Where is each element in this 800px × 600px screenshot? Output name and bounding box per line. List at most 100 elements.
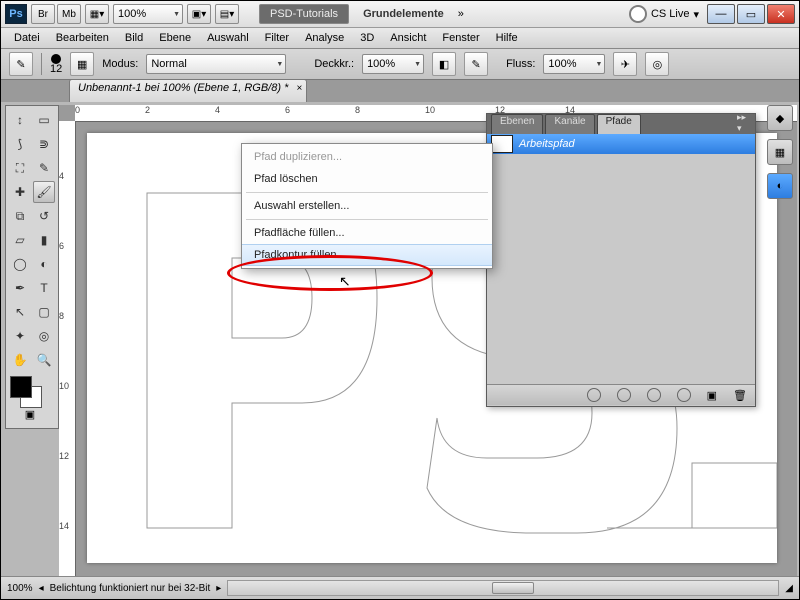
menu-auswahl[interactable]: Auswahl <box>200 30 256 46</box>
scrollbar-thumb[interactable] <box>492 582 534 594</box>
menu-analyse[interactable]: Analyse <box>298 30 351 46</box>
more-workspaces-icon[interactable]: » <box>458 8 464 20</box>
tab-pfade[interactable]: Pfade <box>597 114 641 134</box>
brush-tool[interactable]: 🖌 <box>33 181 55 203</box>
tablet-pressure-opacity-icon[interactable]: ✎ <box>464 52 488 76</box>
close-button[interactable]: ✕ <box>767 4 795 24</box>
hand-tool[interactable]: ✋ <box>9 349 31 371</box>
screen-mode-dropdown[interactable]: ▣▾ <box>187 4 211 24</box>
type-tool[interactable]: T <box>33 277 55 299</box>
gradient-tool[interactable]: ▮ <box>33 229 55 251</box>
stroke-path-icon[interactable] <box>617 388 631 402</box>
path-selection-tool[interactable]: ↖ <box>9 301 31 323</box>
foreground-color-swatch[interactable] <box>10 376 32 398</box>
rectangle-tool[interactable]: ▢ <box>33 301 55 323</box>
dodge-tool[interactable]: ◐ <box>33 253 55 275</box>
3d-tool[interactable]: ✦ <box>9 325 31 347</box>
menu-ansicht[interactable]: Ansicht <box>383 30 433 46</box>
brush-panel-toggle[interactable]: ▦ <box>70 52 94 76</box>
ruler-tick: 12 <box>59 451 69 461</box>
workspace-grundelemente[interactable]: Grundelemente <box>353 5 454 23</box>
ctx-fill-path[interactable]: Pfadfläche füllen... <box>242 222 492 244</box>
pen-tool[interactable]: ✒ <box>9 277 31 299</box>
panel-footer: ▣ 🗑 <box>487 384 755 405</box>
bridge-button[interactable]: Br <box>31 4 55 24</box>
panel-menu-icon[interactable]: ▸▸ ▾ <box>737 116 753 130</box>
brush-preview[interactable]: 12 <box>50 54 62 75</box>
crop-tool[interactable]: ⛶ <box>9 157 31 179</box>
workspace-psd-tutorials[interactable]: PSD-Tutorials <box>259 4 349 24</box>
separator <box>246 192 488 193</box>
menu-bearbeiten[interactable]: Bearbeiten <box>49 30 116 46</box>
close-tab-icon[interactable]: × <box>297 83 303 94</box>
ctx-stroke-path[interactable]: Pfadkontur füllen... <box>242 244 492 266</box>
blend-mode-dropdown[interactable]: Normal <box>146 54 286 74</box>
eraser-tool[interactable]: ▱ <box>9 229 31 251</box>
airbrush-icon[interactable]: ✈ <box>613 52 637 76</box>
rectangular-marquee-tool[interactable]: ▭ <box>33 109 55 131</box>
opacity-scrubber-icon[interactable]: ◧ <box>432 52 456 76</box>
opacity-value[interactable]: 100% <box>362 54 424 74</box>
document-tab[interactable]: Unbenannt-1 bei 100% (Ebene 1, RGB/8) * … <box>69 79 307 102</box>
zoom-dropdown[interactable]: 100% <box>113 4 183 24</box>
camera-tool[interactable]: ◎ <box>33 325 55 347</box>
swatches-panel-button[interactable]: ▦ <box>767 139 793 165</box>
tab-ebenen[interactable]: Ebenen <box>491 114 543 134</box>
flow-value[interactable]: 100% <box>543 54 605 74</box>
options-bar: ✎ 12 ▦ Modus: Normal Deckkr.: 100% ◧ ✎ F… <box>1 49 799 80</box>
delete-path-icon[interactable]: 🗑 <box>733 389 747 402</box>
new-path-icon[interactable]: ▣ <box>707 389 717 402</box>
minibridge-button[interactable]: Mb <box>57 4 81 24</box>
app-window: Ps Br Mb ▦▾ 100% ▣▾ ▤▾ PSD-Tutorials Gru… <box>0 0 800 600</box>
resize-grip-icon[interactable]: ◢ <box>785 583 793 594</box>
ctx-delete-path[interactable]: Pfad löschen <box>242 168 492 190</box>
menu-filter[interactable]: Filter <box>258 30 296 46</box>
tablet-pressure-size-icon[interactable]: ◎ <box>645 52 669 76</box>
zoom-tool[interactable]: 🔍 <box>33 349 55 371</box>
ruler-tick: 10 <box>425 105 435 115</box>
menu-datei[interactable]: Datei <box>7 30 47 46</box>
maximize-button[interactable]: ▭ <box>737 4 765 24</box>
view-extras-dropdown[interactable]: ▦▾ <box>85 4 109 24</box>
healing-brush-tool[interactable]: ✚ <box>9 181 31 203</box>
selection-to-path-icon[interactable] <box>677 388 691 402</box>
quickmask-toggle[interactable]: ▣ <box>8 408 52 426</box>
ruler-tick: 4 <box>215 105 220 115</box>
menu-ebene[interactable]: Ebene <box>152 30 198 46</box>
ctx-make-selection[interactable]: Auswahl erstellen... <box>242 195 492 217</box>
move-tool[interactable]: ↕ <box>9 109 31 131</box>
fill-path-icon[interactable] <box>587 388 601 402</box>
cslive-label[interactable]: CS Live <box>651 8 690 20</box>
status-zoom[interactable]: 100% <box>7 583 33 594</box>
cslive-dropdown-icon[interactable]: ▾ <box>693 8 699 21</box>
lasso-tool[interactable]: ⟆ <box>9 133 31 155</box>
adjustments-panel-button[interactable]: ◐ <box>767 173 793 199</box>
tab-kanale[interactable]: Kanäle <box>545 114 594 134</box>
path-to-selection-icon[interactable] <box>647 388 661 402</box>
path-row-arbeitspfad[interactable]: Arbeitspfad <box>487 134 755 154</box>
menu-bild[interactable]: Bild <box>118 30 150 46</box>
menu-fenster[interactable]: Fenster <box>435 30 486 46</box>
color-swatches[interactable] <box>8 376 50 406</box>
photoshop-logo: Ps <box>5 4 27 24</box>
arrange-dropdown[interactable]: ▤▾ <box>215 4 239 24</box>
menu-3d[interactable]: 3D <box>353 30 381 46</box>
cslive-icon <box>629 5 647 23</box>
minimize-button[interactable]: — <box>707 4 735 24</box>
menu-hilfe[interactable]: Hilfe <box>489 30 525 46</box>
tool-preset-icon[interactable]: ✎ <box>9 52 33 76</box>
blur-tool[interactable]: ◯ <box>9 253 31 275</box>
color-panel-button[interactable]: ◆ <box>767 105 793 131</box>
paths-panel: Ebenen Kanäle Pfade ▸▸ ▾ Arbeitspfad ▣ 🗑 <box>486 113 756 407</box>
status-arrow-left-icon[interactable]: ◂ <box>39 583 44 594</box>
context-menu: Pfad duplizieren... Pfad löschen Auswahl… <box>241 143 493 269</box>
clone-stamp-tool[interactable]: ⧉ <box>9 205 31 227</box>
quick-selection-tool[interactable]: ⋑ <box>33 133 55 155</box>
horizontal-scrollbar[interactable] <box>227 580 779 596</box>
status-arrow-right-icon[interactable]: ▸ <box>216 583 221 594</box>
ruler-tick: 8 <box>355 105 360 115</box>
fluss-label: Fluss: <box>506 58 535 70</box>
status-bar: 100% ◂ Belichtung funktioniert nur bei 3… <box>1 576 799 599</box>
history-brush-tool[interactable]: ↺ <box>33 205 55 227</box>
eyedropper-tool[interactable]: ✎ <box>33 157 55 179</box>
